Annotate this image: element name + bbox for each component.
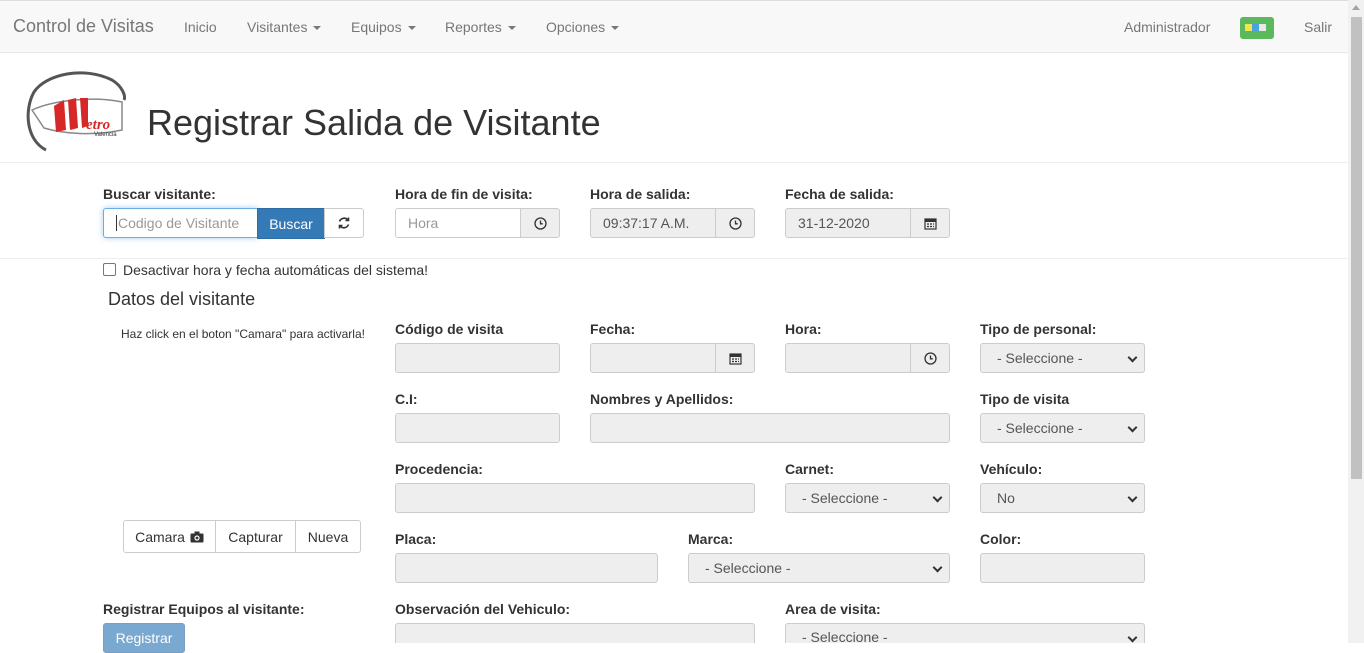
search-input[interactable]: Codigo de Visitante <box>103 208 258 238</box>
chevron-down-icon <box>611 26 620 31</box>
navbar: Control de Visitas Inicio Visitantes Equ… <box>0 0 1348 53</box>
camera-button[interactable]: Camara <box>123 520 216 553</box>
exit-date-input[interactable]: 31-12-2020 <box>785 208 911 238</box>
nombres-input[interactable] <box>590 413 950 443</box>
chevron-down-icon <box>932 492 943 503</box>
end-time-input[interactable]: Hora <box>395 208 521 238</box>
calendar-icon[interactable] <box>910 208 950 238</box>
marca-select[interactable]: - Seleccione - <box>688 553 950 583</box>
svg-text:etro: etro <box>86 117 110 133</box>
carnet-label: Carnet: <box>785 461 835 477</box>
marca-label: Marca: <box>688 531 734 547</box>
procedencia-label: Procedencia: <box>395 461 483 477</box>
tipo-visita-select[interactable]: - Seleccione - <box>980 413 1145 443</box>
fecha-label: Fecha: <box>590 321 636 337</box>
tipo-personal-label: Tipo de personal: <box>980 321 1097 337</box>
nav-item-inicio[interactable]: Inicio <box>184 19 217 35</box>
chevron-down-icon <box>1127 492 1138 503</box>
chevron-down-icon <box>932 562 943 573</box>
auto-time-label: Desactivar hora y fecha automáticas del … <box>123 262 429 278</box>
capture-button[interactable]: Capturar <box>215 520 296 553</box>
svg-text:Valencia: Valencia <box>94 132 117 138</box>
procedencia-input[interactable] <box>395 483 755 513</box>
scroll-thumb[interactable] <box>1351 17 1362 479</box>
camera-icon <box>190 531 204 542</box>
end-time-label: Hora de fin de visita: <box>395 186 533 202</box>
ci-label: C.I: <box>395 391 418 407</box>
divider <box>0 162 1348 163</box>
divider <box>0 258 1348 259</box>
nav-item-equipos[interactable]: Equipos <box>351 19 416 35</box>
tipo-personal-select[interactable]: - Seleccione - <box>980 343 1145 373</box>
observacion-input[interactable] <box>395 623 755 643</box>
navbar-brand[interactable]: Control de Visitas <box>13 16 154 37</box>
codigo-input[interactable] <box>395 343 560 373</box>
ci-input[interactable] <box>395 413 560 443</box>
vehiculo-select[interactable]: No <box>980 483 1145 513</box>
metro-logo: etro Valencia <box>26 71 126 152</box>
chevron-down-icon <box>407 26 416 31</box>
placa-input[interactable] <box>395 553 658 583</box>
codigo-label: Código de visita <box>395 321 504 337</box>
clock-icon[interactable] <box>715 208 755 238</box>
carnet-select[interactable]: - Seleccione - <box>785 483 950 513</box>
equipos-label: Registrar Equipos al visitante: <box>103 601 305 617</box>
refresh-icon <box>338 217 350 229</box>
exit-date-label: Fecha de salida: <box>785 186 894 202</box>
camera-hint: Haz click en el boton "Camara" para acti… <box>121 327 365 341</box>
section-title: Datos del visitante <box>108 289 256 309</box>
calendar-icon[interactable] <box>715 343 755 373</box>
refresh-button[interactable] <box>324 208 364 238</box>
logout-link[interactable]: Salir <box>1304 19 1332 35</box>
clock-icon[interactable] <box>520 208 560 238</box>
register-equipment-button[interactable]: Registrar <box>103 623 185 653</box>
color-input[interactable] <box>980 553 1145 583</box>
auto-time-checkbox[interactable] <box>103 263 116 276</box>
hora-label: Hora: <box>785 321 822 337</box>
chevron-down-icon <box>313 26 322 31</box>
hora-input[interactable] <box>785 343 911 373</box>
exit-time-label: Hora de salida: <box>590 186 691 202</box>
chevron-down-icon <box>1127 422 1138 433</box>
tipo-visita-label: Tipo de visita <box>980 391 1070 407</box>
chevron-down-icon <box>1127 352 1138 363</box>
chevron-down-icon <box>1127 632 1138 643</box>
observacion-label: Observación del Vehiculo: <box>395 601 571 617</box>
chevron-down-icon <box>507 26 516 31</box>
scroll-up-icon[interactable] <box>1352 5 1360 10</box>
new-photo-button[interactable]: Nueva <box>295 520 361 553</box>
nav-item-opciones[interactable]: Opciones <box>546 19 620 35</box>
flag-icon[interactable] <box>1240 17 1274 39</box>
search-label: Buscar visitante: <box>103 186 216 202</box>
search-button[interactable]: Buscar <box>257 208 325 239</box>
clock-icon[interactable] <box>910 343 950 373</box>
nav-item-visitantes[interactable]: Visitantes <box>247 19 322 35</box>
area-select[interactable]: - Seleccione - <box>785 623 1145 643</box>
nav-user[interactable]: Administrador <box>1124 19 1210 35</box>
nav-item-reportes[interactable]: Reportes <box>445 19 516 35</box>
vehiculo-label: Vehículo: <box>980 461 1043 477</box>
area-label: Area de visita: <box>785 601 881 617</box>
page-title: Registrar Salida de Visitante <box>147 102 601 143</box>
fecha-input[interactable] <box>590 343 716 373</box>
exit-time-input[interactable]: 09:37:17 A.M. <box>590 208 716 238</box>
nombres-label: Nombres y Apellidos: <box>590 391 734 407</box>
color-label: Color: <box>980 531 1022 547</box>
placa-label: Placa: <box>395 531 437 547</box>
